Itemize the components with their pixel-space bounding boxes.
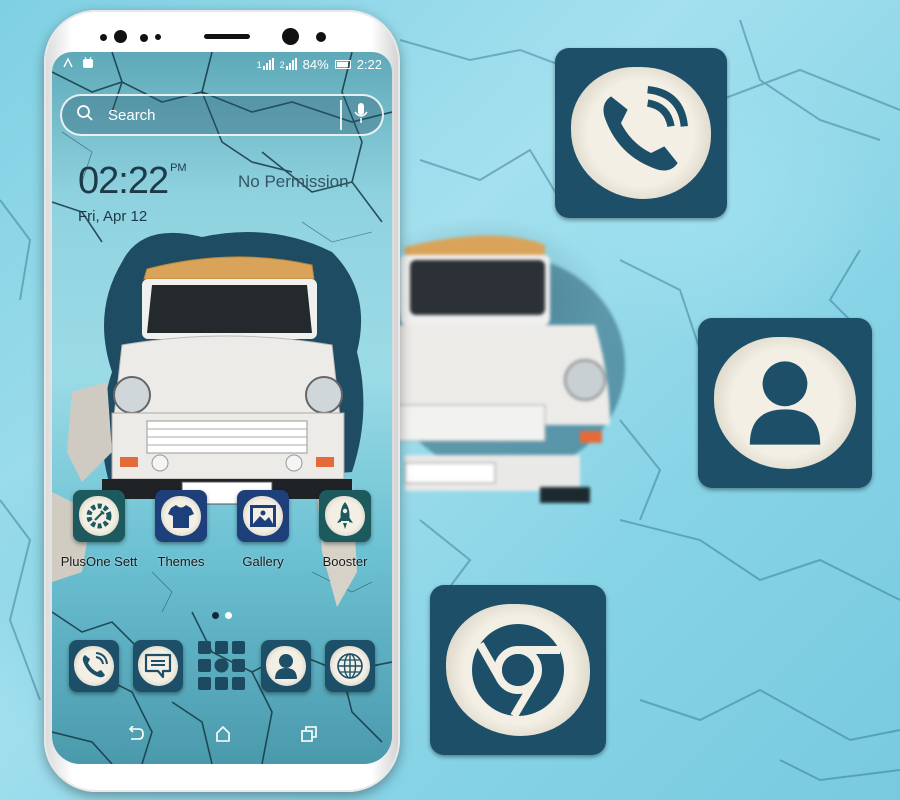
- image-icon: [237, 490, 289, 542]
- sim1-label: 1: [256, 60, 262, 70]
- tshirt-icon: [155, 490, 207, 542]
- featured-contact-icon: [698, 318, 872, 488]
- search-input[interactable]: Search: [108, 107, 156, 124]
- gear-wrench-icon: [73, 490, 125, 542]
- page-dot-active[interactable]: [212, 612, 219, 619]
- status-bar: 1 2 84% 2:22: [52, 52, 392, 76]
- app-label: Booster: [322, 554, 368, 569]
- search-divider: [340, 100, 342, 130]
- weather-status[interactable]: No Permission: [238, 172, 349, 192]
- search-icon: [76, 104, 94, 127]
- sensor-dot: [100, 34, 107, 41]
- front-camera: [282, 28, 299, 45]
- app-label: PlusOne Sett: [60, 554, 138, 569]
- phone-icon[interactable]: [69, 640, 119, 692]
- front-sensor: [114, 30, 127, 43]
- android-notification-icon: [82, 56, 94, 72]
- sensor-dot: [140, 34, 148, 42]
- app-booster[interactable]: Booster: [304, 490, 386, 569]
- home-icon[interactable]: [215, 725, 231, 747]
- featured-phone-icon: [555, 48, 727, 218]
- phone-mockup: 1 2 84% 2:22 Search 02:22 PM Fri, Apr 12…: [44, 10, 400, 792]
- microphone-icon[interactable]: [354, 102, 368, 129]
- dock: [52, 640, 392, 692]
- app-gallery[interactable]: Gallery: [222, 490, 304, 569]
- clock-time: 02:22: [78, 160, 169, 202]
- home-app-grid: PlusOne Sett Themes Gallery Booster: [52, 490, 392, 569]
- signal-sim1-icon: 1: [257, 58, 274, 70]
- clock-widget[interactable]: 02:22 PM: [78, 160, 187, 203]
- app-label: Themes: [157, 554, 205, 569]
- page-dot[interactable]: [225, 612, 232, 619]
- rocket-icon: [319, 490, 371, 542]
- signal-sim2-icon: 2: [280, 58, 297, 70]
- app-label: Gallery: [242, 554, 284, 569]
- app-plusone-settings[interactable]: PlusOne Sett: [58, 490, 140, 569]
- app-themes[interactable]: Themes: [140, 490, 222, 569]
- search-bar[interactable]: Search: [60, 94, 384, 136]
- phone-sensors: [44, 28, 400, 48]
- phone-screen: 1 2 84% 2:22 Search 02:22 PM Fri, Apr 12…: [52, 52, 392, 764]
- contact-icon[interactable]: [261, 640, 311, 692]
- earpiece-speaker: [204, 34, 250, 39]
- clock-date: Fri, Apr 12: [78, 208, 148, 225]
- vpn-icon: [62, 56, 74, 72]
- clock-ampm: PM: [170, 162, 187, 174]
- featured-chrome-icon: [430, 585, 606, 755]
- globe-icon[interactable]: [325, 640, 375, 692]
- app-drawer-icon[interactable]: [197, 640, 247, 692]
- sim2-label: 2: [279, 60, 285, 70]
- status-time: 2:22: [356, 56, 382, 72]
- sensor-dot: [316, 32, 326, 42]
- background-car-image: [395, 225, 625, 505]
- page-indicator: [52, 612, 392, 619]
- sensor-dot: [155, 34, 161, 40]
- battery-icon: [334, 59, 351, 69]
- navigation-bar: [52, 716, 392, 756]
- recents-icon[interactable]: [301, 725, 317, 747]
- battery-percent: 84%: [302, 56, 329, 72]
- message-icon[interactable]: [133, 640, 183, 692]
- back-icon[interactable]: [127, 724, 145, 747]
